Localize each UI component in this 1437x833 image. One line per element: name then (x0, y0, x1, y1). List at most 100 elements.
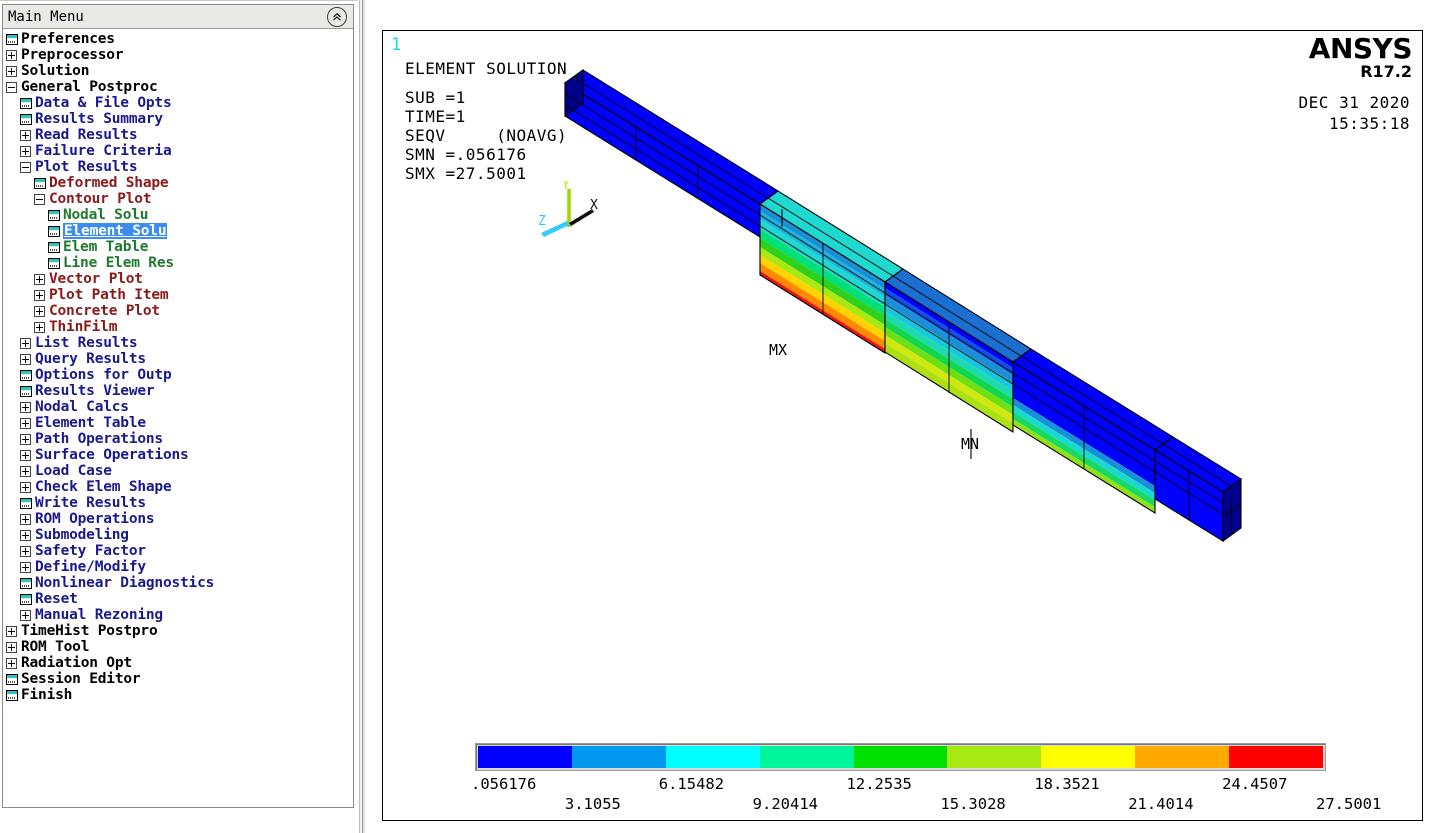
collapse-minus-icon[interactable] (6, 81, 17, 93)
expand-plus-icon[interactable] (20, 449, 31, 461)
expand-plus-icon[interactable] (34, 305, 45, 317)
tree-item-submodeling[interactable]: Submodeling (3, 527, 353, 543)
expand-plus-icon[interactable] (34, 273, 45, 285)
tree-item-radiation-opt[interactable]: Radiation Opt (3, 655, 353, 671)
expand-plus-icon[interactable] (20, 353, 31, 365)
tree-item-read-results[interactable]: Read Results (3, 127, 353, 143)
tree-item-label: Data & File Opts (35, 95, 172, 111)
tree-item-element-solu[interactable]: Element Solu (3, 223, 353, 239)
tree-item-concrete-plot[interactable]: Concrete Plot (3, 303, 353, 319)
chevron-double-up-icon[interactable] (327, 7, 347, 27)
tree-item-list-results[interactable]: List Results (3, 335, 353, 351)
collapse-minus-icon[interactable] (20, 161, 31, 173)
expand-plus-icon[interactable] (20, 529, 31, 541)
panel-splitter[interactable] (358, 0, 366, 833)
legend-tick-5: 15.3028 (940, 795, 1006, 813)
tree-item-thinfilm[interactable]: ThinFilm (3, 319, 353, 335)
expand-plus-icon[interactable] (20, 561, 31, 573)
tree-item-load-case[interactable]: Load Case (3, 463, 353, 479)
tree-item-contour-plot[interactable]: Contour Plot (3, 191, 353, 207)
tree-item-reset[interactable]: Reset (3, 591, 353, 607)
tree-item-plot-results[interactable]: Plot Results (3, 159, 353, 175)
expand-plus-icon[interactable] (20, 481, 31, 493)
tree-item-results-summary[interactable]: Results Summary (3, 111, 353, 127)
tree-item-label: ROM Operations (35, 511, 155, 527)
tree-item-label: List Results (35, 335, 138, 351)
tree-item-deformed-shape[interactable]: Deformed Shape (3, 175, 353, 191)
tree-item-finish[interactable]: Finish (3, 687, 353, 703)
tree-item-check-elem-shape[interactable]: Check Elem Shape (3, 479, 353, 495)
tree-item-rom-tool[interactable]: ROM Tool (3, 639, 353, 655)
tree-item-label: Session Editor (21, 671, 141, 687)
tree-item-path-operations[interactable]: Path Operations (3, 431, 353, 447)
tree-item-define-modify[interactable]: Define/Modify (3, 559, 353, 575)
tree-item-results-viewer[interactable]: Results Viewer (3, 383, 353, 399)
colorbar-band-5 (947, 746, 1042, 768)
menu-leaf-icon (20, 593, 32, 605)
legend-tick-1: 3.1055 (564, 795, 621, 813)
tree-item-failure-criteria[interactable]: Failure Criteria (3, 143, 353, 159)
colorbar-band-1 (571, 746, 666, 768)
expand-plus-icon[interactable] (20, 145, 31, 157)
tree-item-session-editor[interactable]: Session Editor (3, 671, 353, 687)
menu-leaf-icon (6, 673, 18, 685)
expand-plus-icon[interactable] (6, 625, 17, 637)
collapse-minus-icon[interactable] (34, 193, 45, 205)
contour-colorbar[interactable] (475, 743, 1326, 771)
tree-item-data-file-opts[interactable]: Data & File Opts (3, 95, 353, 111)
tree-item-solution[interactable]: Solution (3, 63, 353, 79)
tree-item-query-results[interactable]: Query Results (3, 351, 353, 367)
menu-leaf-icon (48, 257, 60, 269)
expand-plus-icon[interactable] (6, 641, 17, 653)
expand-plus-icon[interactable] (6, 657, 17, 669)
max-stress-marker: MX (769, 341, 788, 359)
tree-item-surface-operations[interactable]: Surface Operations (3, 447, 353, 463)
expand-plus-icon[interactable] (20, 417, 31, 429)
expand-plus-icon[interactable] (6, 49, 17, 61)
tree-item-preferences[interactable]: Preferences (3, 31, 353, 47)
tree-item-rom-operations[interactable]: ROM Operations (3, 511, 353, 527)
tree-item-element-table[interactable]: Element Table (3, 415, 353, 431)
expand-plus-icon[interactable] (20, 609, 31, 621)
tree-item-label: Nonlinear Diagnostics (35, 575, 215, 591)
triad-y-label: Y (562, 181, 570, 193)
main-menu-tree-scroll[interactable]: Preferences Preprocessor Solution General P… (3, 29, 353, 807)
graphics-window[interactable]: 1 ELEMENT SOLUTION SUB =1 TIME=1 SEQV (N… (382, 30, 1423, 821)
tree-item-plot-path-item[interactable]: Plot Path Item (3, 287, 353, 303)
expand-plus-icon[interactable] (20, 545, 31, 557)
tree-item-preprocessor[interactable]: Preprocessor (3, 47, 353, 63)
tree-item-general-postproc[interactable]: General Postproc (3, 79, 353, 95)
tree-item-nonlinear-diagnostics[interactable]: Nonlinear Diagnostics (3, 575, 353, 591)
tree-item-timehist-postpro[interactable]: TimeHist Postpro (3, 623, 353, 639)
tree-item-label: Deformed Shape (49, 175, 169, 191)
tree-item-manual-rezoning[interactable]: Manual Rezoning (3, 607, 353, 623)
expand-plus-icon[interactable] (34, 289, 45, 301)
tree-item-label: Preprocessor (21, 47, 124, 63)
menu-leaf-icon (20, 577, 32, 589)
expand-plus-icon[interactable] (20, 401, 31, 413)
tree-item-safety-factor[interactable]: Safety Factor (3, 543, 353, 559)
expand-plus-icon[interactable] (20, 513, 31, 525)
main-menu-titlebar[interactable]: Main Menu (3, 5, 353, 29)
tree-item-options-for-outp[interactable]: Options for Outp (3, 367, 353, 383)
expand-plus-icon[interactable] (20, 129, 31, 141)
tree-item-elem-table[interactable]: Elem Table (3, 239, 353, 255)
tree-item-vector-plot[interactable]: Vector Plot (3, 271, 353, 287)
tree-item-line-elem-res[interactable]: Line Elem Res (3, 255, 353, 271)
tree-item-write-results[interactable]: Write Results (3, 495, 353, 511)
tree-item-label: Manual Rezoning (35, 607, 163, 623)
expand-plus-icon[interactable] (20, 433, 31, 445)
legend-tick-9: 27.5001 (1316, 795, 1382, 813)
beam-contour-plot[interactable] (383, 31, 1423, 821)
tree-item-label: Contour Plot (49, 191, 152, 207)
tree-item-nodal-calcs[interactable]: Nodal Calcs (3, 399, 353, 415)
expand-plus-icon[interactable] (6, 65, 17, 77)
expand-plus-icon[interactable] (20, 465, 31, 477)
expand-plus-icon[interactable] (20, 337, 31, 349)
triad-x-label: X (590, 198, 598, 213)
tree-item-label: Check Elem Shape (35, 479, 172, 495)
tree-item-label: Write Results (35, 495, 146, 511)
tree-item-nodal-solu[interactable]: Nodal Solu (3, 207, 353, 223)
colorbar-band-7 (1135, 746, 1230, 768)
expand-plus-icon[interactable] (34, 321, 45, 333)
